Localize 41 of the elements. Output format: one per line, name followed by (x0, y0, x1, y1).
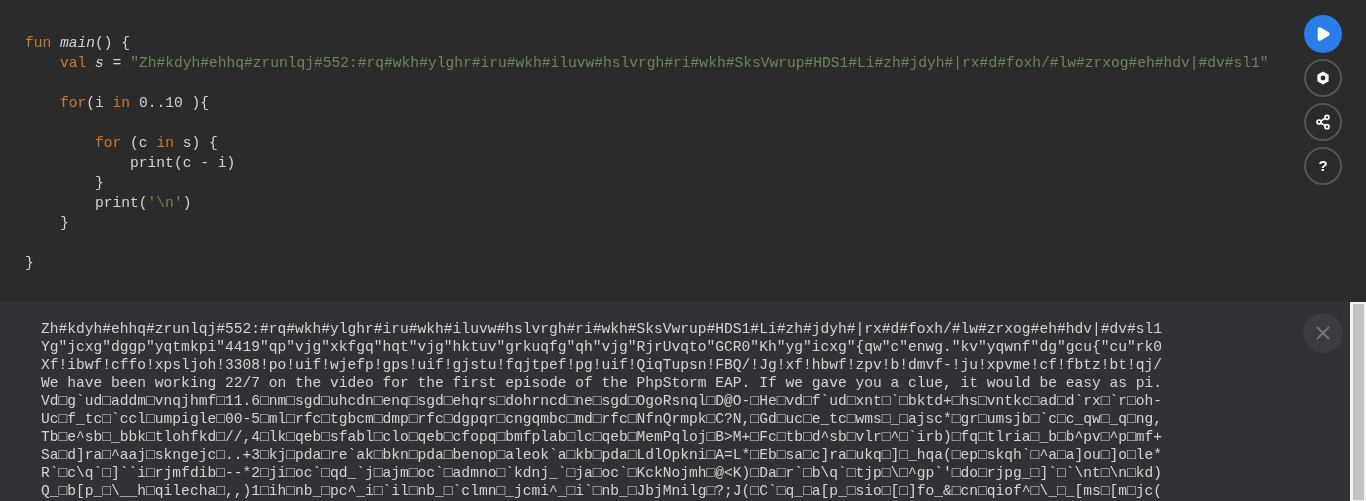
code-text: } (25, 255, 34, 271)
keyword: in (112, 95, 131, 111)
output-line: Yg"jcxg"dggp"yqtmkpi"4419"qp"vjg"xkfgq"hqt"vjg"hktuv"grkuqfg"qh"vjg"RjrUvqto"GCR0"Kh"yg"icxg"{qw"c"enwg."kv"yqwnf"dg"gcu{"cu"rk0 (41, 338, 1162, 356)
string-literal: "Zh#kdyh#ehhq#zrunlqj#552:#rq#wkh#ylghr#iru#wkh#iluvw#hslvrgh#ri#wkh#SksVwrup#HDS1#Li#zh#jdyh#|rx#d#foxh/#lw#zrxog#eh#hdv|#dv#sl1" (130, 55, 1269, 71)
share-button[interactable] (1304, 103, 1342, 141)
close-button[interactable] (1303, 313, 1343, 353)
code-text: main (60, 35, 96, 51)
code-text: } (60, 215, 69, 231)
output-line: Tb□e^sb□_bbk□tlohfkd□//,4□lk□qeb□sfabl□clo□qeb□cfopq□bmfplab□lc□qeb□MemPqloj□B>M+□Fc□tb□d^sb□vlr□^□`irb)□fq□tlria□_b□b^pv□^p□mf+ (41, 428, 1162, 446)
keyword: in (156, 135, 174, 151)
output-line: Zh#kdyh#ehhq#zrunlqj#552:#rq#wkh#ylghr#iru#wkh#iluvw#hslvrgh#ri#wkh#SksVwrup#HDS1#Li#zh#jdyh#|rx#d#foxh/#lw#zrxog#eh#hdv|#dv#sl1 (41, 320, 1162, 338)
code-text: 0..10 ){ (138, 95, 209, 111)
share-icon (1315, 114, 1331, 130)
run-button[interactable] (1304, 15, 1342, 53)
code-text: () { (95, 35, 131, 51)
keyword: fun (25, 35, 52, 51)
play-icon (1315, 26, 1331, 42)
keyword: for (60, 95, 87, 111)
output-line: Sa□d]ra□^aaj□skngejc□..+3□kj□pda□re`ak□bkn□pda□benop□aleok`a□kb□pda□LdlOpkni□A=L*□Eb□sa□c]ra□ukq□]□_hqa(□ep□skqh`□^a□a]ou□]o□le* (41, 446, 1162, 464)
code-text: } (95, 175, 104, 191)
code-text: s) { (182, 135, 218, 151)
code-text: s (95, 55, 104, 71)
code-text: = (112, 55, 123, 71)
code-text: (i (86, 95, 105, 111)
output-line: Vd□g`ud□addm□vnqjhmf□11.6□nm□sgd□uhcdn□enq□sgd□ehqrs□dohrncd□ne□sgd□OgoRsnql□D@O-□He□vd□f`ud□xnt□`□bktd+□hs□vntkc□ad□d`rx□`r□oh- (41, 392, 1162, 410)
code-text: print(c - i) (130, 155, 236, 171)
keyword: for (95, 135, 122, 151)
code-text: print( (95, 195, 148, 211)
settings-button[interactable] (1304, 59, 1342, 97)
output-line: Xf!ibwf!cffo!xpsljoh!3308!po!uif!wjefp!gps!uif!gjstu!fqjtpef!pg!uif!QiqTupsn!FBQ/!Jg!xf!hbwf!zpv!b!dmvf-!ju!xpvme!cf!fbtz!bt!qj/ (41, 356, 1162, 374)
scrollbar[interactable] (1350, 302, 1366, 501)
output-line: Q_□b[p_□\__h□qilecha□,,)1□ih□nb_□pc^_i□`il□nb_□`clmn□_jcmi^_□i`□nb_□JbjMnilg□?;J(□C`□q_□a[p_□sio□[□]fo_&□cn□qiof^□\_□_[ms□[m□jc( (41, 482, 1162, 500)
output-line: We have been working 22/7 on the video for the first episode of the PhpStorm EAP. If we gave you a clue, it would be easy as pi. (41, 374, 1162, 392)
string-literal: '\n' (147, 195, 183, 211)
code-text: (c (130, 135, 149, 151)
output-line: R`□c\q`□]``i□rjmfdib□--*2□ji□oc`□qd_`j□ajm□oc`□admno□`kdnj_`□ja□oc`□KckNojmh□@<K)□Da□r`□b\q`□tjp□\□^gp`'□do□rjpg_□]`□`\nt□\n□kd) (41, 464, 1162, 482)
code-text: ) (182, 195, 192, 211)
help-button[interactable]: ? (1304, 147, 1342, 185)
output-line: Uc□f_tc□`ccl□umpigle□00-5□ml□rfc□tgbcm□dmp□rfc□dgpqr□cngqmbc□md□rfc□NfnQrmpk□C?N,□Gd□uc□e_tc□wms□_□ajsc*□gr□umsjb□`c□c_qw□_q□ng, (41, 410, 1162, 428)
settings-icon (1316, 71, 1330, 85)
keyword: val (60, 55, 87, 71)
